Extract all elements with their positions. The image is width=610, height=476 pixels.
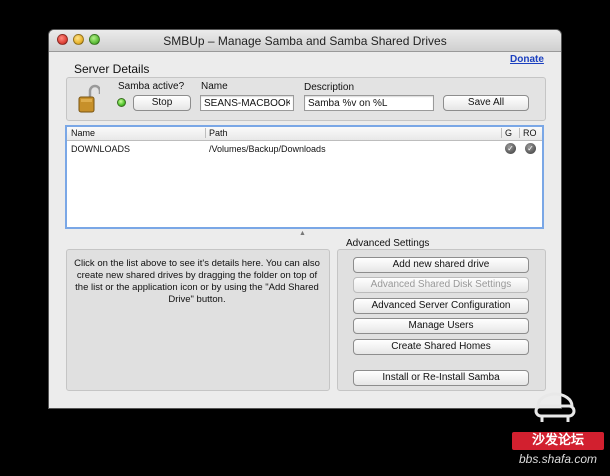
save-all-button[interactable]: Save All <box>443 95 529 111</box>
column-header-g[interactable]: G <box>501 128 512 138</box>
add-shared-drive-button[interactable]: Add new shared drive <box>353 257 529 273</box>
shared-drives-table[interactable]: Name Path G RO DOWNLOADS /Volumes/Backup… <box>65 125 544 229</box>
shafa-watermark: 沙发论坛 bbs.shafa.com <box>512 388 604 468</box>
donate-link[interactable]: Donate <box>510 54 544 65</box>
lock-icon[interactable] <box>78 84 100 114</box>
sofa-logo-icon <box>534 392 576 422</box>
advanced-server-configuration-button[interactable]: Advanced Server Configuration <box>353 298 529 314</box>
server-details-title: Server Details <box>74 62 150 76</box>
details-help-text: Click on the list above to see it's deta… <box>74 258 320 305</box>
share-name-cell: DOWNLOADS <box>71 144 131 154</box>
create-shared-homes-button[interactable]: Create Shared Homes <box>353 339 529 355</box>
table-header: Name Path G RO <box>67 127 542 141</box>
description-label: Description <box>304 82 355 93</box>
readonly-check-icon[interactable]: ✓ <box>525 143 536 154</box>
watermark-url: bbs.shafa.com <box>518 452 598 466</box>
window-title: SMBUp – Manage Samba and Samba Shared Dr… <box>163 34 447 48</box>
install-samba-button[interactable]: Install or Re-Install Samba <box>353 370 529 386</box>
split-view-handle[interactable]: ▲ <box>299 230 306 237</box>
manage-users-button[interactable]: Manage Users <box>353 318 529 334</box>
advanced-shared-disk-settings-button[interactable]: Advanced Shared Disk Settings <box>353 277 529 293</box>
column-header-name[interactable]: Name <box>71 128 95 138</box>
samba-active-label: Samba active? <box>118 81 185 92</box>
stop-button[interactable]: Stop <box>133 95 191 111</box>
samba-status-indicator <box>117 98 126 107</box>
description-input[interactable] <box>304 95 434 111</box>
share-path-cell: /Volumes/Backup/Downloads <box>209 144 326 154</box>
advanced-settings-title: Advanced Settings <box>346 238 430 249</box>
name-label: Name <box>201 81 228 92</box>
app-window: SMBUp – Manage Samba and Samba Shared Dr… <box>49 30 561 408</box>
watermark-badge: 沙发论坛 <box>512 432 604 450</box>
column-header-path[interactable]: Path <box>205 128 228 138</box>
server-name-input[interactable] <box>200 95 294 111</box>
column-header-ro[interactable]: RO <box>519 128 537 138</box>
title-bar: SMBUp – Manage Samba and Samba Shared Dr… <box>49 30 561 52</box>
guest-check-icon[interactable]: ✓ <box>505 143 516 154</box>
